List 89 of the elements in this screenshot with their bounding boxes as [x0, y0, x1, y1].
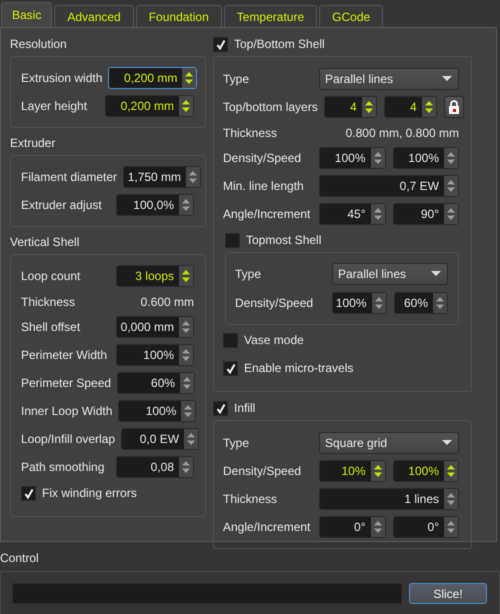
spin-box[interactable]: 100% [116, 344, 194, 366]
spin-box[interactable]: 0,200 mm [105, 95, 194, 117]
thickness-value: 0.600 mm [140, 294, 194, 308]
caret-icon [431, 271, 441, 277]
spin-box[interactable]: 60% [117, 372, 196, 394]
spin-arrows-icon[interactable] [444, 461, 458, 481]
spin-box[interactable]: 0,08 [116, 456, 194, 478]
thickness-value: 0.800 mm, 0.800 mm [344, 126, 459, 140]
spin-box[interactable]: 100% [118, 400, 196, 422]
checkbox-label[interactable]: Top/Bottom Shell [234, 37, 325, 51]
spin-box[interactable]: 0° [392, 516, 459, 538]
group-title: Extruder [10, 136, 56, 150]
tab[interactable]: Temperature [224, 5, 318, 27]
field-label: Angle/Increment [223, 520, 312, 534]
field-label: Extruder adjust [21, 198, 103, 212]
checkbox-label[interactable]: Vase mode [244, 333, 304, 347]
dropdown[interactable]: Square grid [319, 432, 459, 454]
caret-icon [442, 440, 452, 446]
checkbox[interactable] [21, 486, 36, 500]
field-label: Angle/Increment [223, 207, 312, 221]
field-label: Density/Speed [223, 464, 302, 478]
group-title: Vertical Shell [10, 235, 80, 249]
field-label: Extrusion width [21, 71, 102, 85]
field-label: Loop/Infill overlap [21, 432, 116, 446]
field-label: Perimeter Width [21, 348, 108, 362]
checkbox[interactable] [223, 360, 238, 376]
spin-box[interactable]: 45° [319, 203, 386, 225]
checkbox-label[interactable]: Fix winding errors [42, 486, 137, 500]
lock-button[interactable] [444, 96, 464, 118]
tab[interactable]: Advanced [54, 5, 134, 27]
field-label: Thickness [21, 294, 76, 308]
checkbox[interactable] [223, 332, 238, 348]
field-label: Type [223, 436, 250, 450]
checkbox[interactable] [213, 400, 228, 416]
spin-arrows-icon[interactable] [182, 68, 196, 88]
field-label: Density/Speed [223, 151, 302, 165]
field-label: Layer height [21, 99, 88, 113]
spin-arrows-icon[interactable] [179, 96, 193, 116]
field-label: Perimeter Speed [21, 376, 112, 390]
spin-box[interactable]: 3 loops [116, 265, 194, 287]
spin-arrows-icon[interactable] [180, 373, 194, 393]
tab[interactable]: Foundation [136, 5, 222, 27]
spin-box[interactable]: 0,7 EW [319, 175, 459, 197]
spin-box[interactable]: 0° [319, 516, 386, 538]
caret-icon [442, 76, 452, 82]
checkbox[interactable] [213, 36, 228, 52]
spin-box[interactable]: 0,000 mm [116, 316, 194, 338]
spin-box[interactable]: 100% [392, 460, 459, 482]
spin-box[interactable]: 4 [324, 96, 377, 118]
spin-arrows-icon[interactable] [186, 167, 200, 187]
checkbox-label[interactable]: Topmost Shell [246, 233, 322, 247]
field-label: Density/Speed [235, 296, 314, 310]
dropdown[interactable]: Parallel lines [332, 263, 448, 285]
spin-box[interactable]: 100% [392, 147, 459, 169]
spin-box[interactable]: 1 lines [319, 488, 459, 510]
dropdown[interactable]: Parallel lines [319, 68, 459, 90]
spin-arrows-icon[interactable] [181, 401, 196, 421]
field-label: Type [223, 72, 250, 86]
field-label: Top/bottom layers [223, 100, 318, 114]
slice-button[interactable]: Slice! [409, 583, 487, 604]
checkbox-label[interactable]: Enable micro-travels [244, 361, 354, 375]
spin-box[interactable]: 100,0% [116, 194, 194, 216]
tab[interactable]: GCode [319, 5, 384, 27]
checkbox-label[interactable]: Infill [234, 401, 256, 415]
checkbox[interactable] [225, 232, 240, 248]
spin-box[interactable]: 0,200 mm [108, 67, 198, 89]
field-label: Path smoothing [21, 460, 106, 474]
spin-box[interactable]: 4 [384, 96, 437, 118]
spin-box[interactable]: 100% [319, 147, 386, 169]
spin-box[interactable]: 90° [392, 203, 459, 225]
field-label: Filament diameter [21, 170, 118, 184]
spin-box[interactable]: 60% [394, 292, 448, 314]
field-label: Shell offset [21, 320, 82, 334]
spin-box[interactable]: 100% [332, 292, 386, 314]
lock-icon [448, 100, 460, 114]
field-label: Thickness [223, 492, 278, 506]
group-title: Resolution [10, 37, 67, 51]
spin-box[interactable]: 0,0 EW [121, 428, 200, 450]
field-label: Type [235, 267, 262, 281]
spin-box[interactable]: 10% [319, 460, 386, 482]
spin-arrows-icon[interactable] [184, 429, 198, 449]
field-label: Loop count [21, 269, 82, 283]
field-label: Thickness [223, 126, 278, 140]
field-label: Min. line length [223, 179, 305, 193]
field-label: Inner Loop Width [21, 404, 112, 418]
tab[interactable]: Basic [1, 2, 52, 27]
spin-box[interactable]: 1,750 mm [123, 166, 202, 188]
section-title: Control [0, 551, 39, 565]
spin-arrows-icon[interactable] [179, 266, 193, 286]
